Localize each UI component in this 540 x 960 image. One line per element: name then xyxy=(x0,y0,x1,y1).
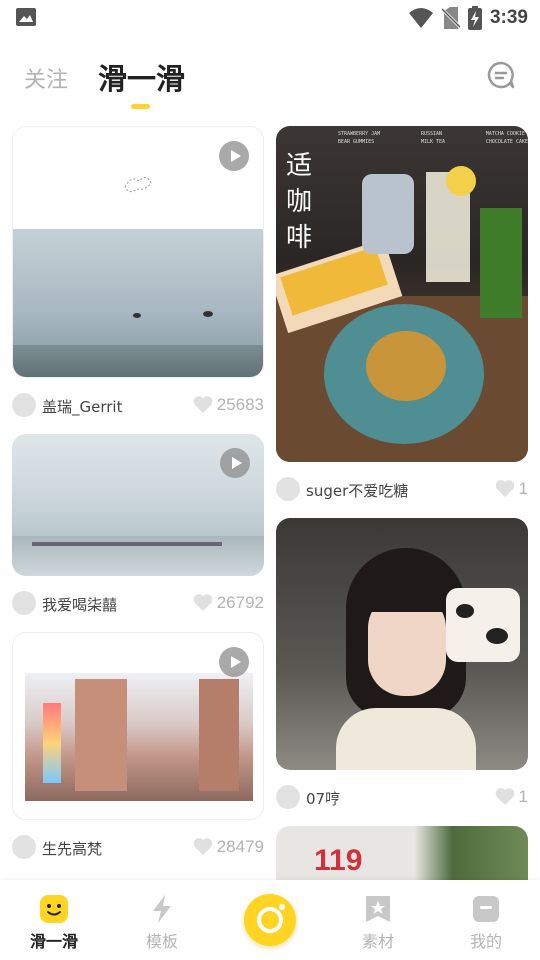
feed-column-left: 盖瑞_Gerrit 25683 我爱喝柒囍 26792 生先高梵 28479 xyxy=(12,126,264,876)
heart-icon xyxy=(495,480,514,497)
menu-text: MATCHA COOKIE CHOCOLATE CAKE xyxy=(485,131,528,145)
message-icon[interactable] xyxy=(486,60,516,90)
avatar[interactable] xyxy=(276,785,300,809)
nav-label: 模板 xyxy=(145,932,178,951)
avatar[interactable] xyxy=(276,477,300,501)
username[interactable]: 我爱喝柒囍 xyxy=(42,594,117,615)
image-thumbnail[interactable] xyxy=(276,518,528,770)
avatar[interactable] xyxy=(12,591,36,615)
camera-dot xyxy=(279,904,285,910)
play-icon xyxy=(220,448,250,478)
card-meta: 生先高梵 28479 xyxy=(12,820,264,876)
bottom-nav: 滑一滑 模板 素材 我的 xyxy=(0,880,540,960)
video-thumbnail[interactable] xyxy=(12,434,264,576)
tab-slide[interactable]: 滑一滑 xyxy=(98,56,185,98)
image-thumbnail[interactable]: 119 xyxy=(276,826,528,886)
wifi-icon xyxy=(408,8,433,28)
active-tab-indicator xyxy=(131,104,150,109)
heart-icon xyxy=(193,396,213,413)
image-thumbnail[interactable]: 适 咖 啡 STRAWBERRY JAM BEAR GUMMIES RUSSIA… xyxy=(276,126,528,462)
avatar[interactable] xyxy=(12,835,36,859)
card-meta: 我爱喝柒囍 26792 xyxy=(12,576,264,632)
play-icon xyxy=(219,647,249,677)
nav-materials[interactable]: 素材 xyxy=(338,890,418,952)
like-count[interactable]: 1 xyxy=(495,479,528,499)
like-count[interactable]: 25683 xyxy=(193,395,264,415)
top-tabs: 关注 滑一滑 xyxy=(0,50,540,120)
nav-label: 素材 xyxy=(361,932,394,951)
feed-card[interactable]: 我爱喝柒囍 26792 xyxy=(12,434,264,632)
username[interactable]: 07哼 xyxy=(306,788,340,809)
like-number: 25683 xyxy=(216,395,264,414)
feed-card[interactable]: 适 咖 啡 STRAWBERRY JAM BEAR GUMMIES RUSSIA… xyxy=(276,126,528,518)
like-count[interactable]: 28479 xyxy=(193,837,264,857)
like-count[interactable]: 26792 xyxy=(193,593,264,613)
nav-label: 滑一滑 xyxy=(29,932,78,951)
avatar[interactable] xyxy=(12,393,36,417)
video-thumbnail[interactable] xyxy=(12,632,264,820)
nav-me[interactable]: 我的 xyxy=(446,890,526,952)
camera-icon xyxy=(257,907,283,933)
image-caption: 119 xyxy=(314,844,363,877)
heart-icon xyxy=(193,838,213,855)
heart-icon xyxy=(495,788,514,805)
like-number: 1 xyxy=(518,479,528,498)
capture-button[interactable] xyxy=(244,894,296,946)
clock: 3:39 xyxy=(489,7,528,28)
nav-label: 我的 xyxy=(469,932,502,951)
nav-templates[interactable]: 模板 xyxy=(122,890,202,952)
menu-text: STRAWBERRY JAM BEAR GUMMIES xyxy=(338,131,381,145)
gallery-notification-icon xyxy=(16,8,36,26)
image-caption: 适 咖 啡 xyxy=(286,151,313,253)
feed-card[interactable]: 盖瑞_Gerrit 25683 xyxy=(12,126,264,434)
lightning-icon xyxy=(147,894,177,924)
heart-icon xyxy=(193,594,213,611)
battery-charging-icon xyxy=(467,6,482,30)
username[interactable]: suger不爱吃糖 xyxy=(306,480,408,501)
feed-column-right: 适 咖 啡 STRAWBERRY JAM BEAR GUMMIES RUSSIA… xyxy=(276,126,528,886)
feed-card[interactable]: 119 xyxy=(276,826,528,886)
username[interactable]: 生先高梵 xyxy=(42,838,102,859)
feed-card[interactable]: 生先高梵 28479 xyxy=(12,632,264,876)
no-sim-icon xyxy=(441,7,460,29)
status-bar: 3:39 xyxy=(0,0,540,36)
tab-follow[interactable]: 关注 xyxy=(24,62,68,94)
nav-slide[interactable]: 滑一滑 xyxy=(14,890,94,952)
feed-card[interactable]: 07哼 1 xyxy=(276,518,528,826)
play-icon xyxy=(219,141,249,171)
like-count[interactable]: 1 xyxy=(495,787,528,807)
card-meta: 盖瑞_Gerrit 25683 xyxy=(12,378,264,434)
menu-text: RUSSIAN MILK TEA xyxy=(420,131,446,145)
card-meta: 07哼 1 xyxy=(276,770,528,826)
star-bookmark-icon xyxy=(363,894,393,924)
card-meta: suger不爱吃糖 1 xyxy=(276,462,528,518)
username[interactable]: 盖瑞_Gerrit xyxy=(42,396,122,417)
sketch-doodle xyxy=(124,177,152,193)
like-number: 26792 xyxy=(216,593,264,612)
smile-icon xyxy=(39,894,69,924)
like-number: 1 xyxy=(518,787,528,806)
profile-icon xyxy=(471,894,501,924)
video-thumbnail[interactable] xyxy=(12,126,264,378)
like-number: 28479 xyxy=(216,837,264,856)
